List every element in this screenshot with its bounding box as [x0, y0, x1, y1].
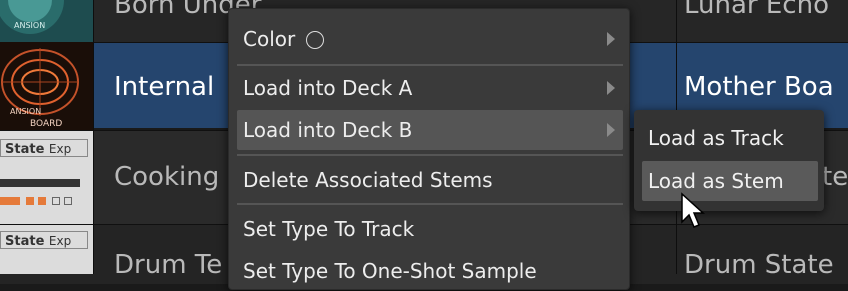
menu-item-label: Load into Deck A [243, 76, 413, 100]
chevron-right-icon [607, 32, 615, 46]
track-artist: Drum State [684, 250, 834, 280]
mouse-cursor-icon [681, 192, 705, 228]
column-divider [93, 0, 94, 274]
menu-item-set-type-track[interactable]: Set Type To Track [237, 209, 623, 249]
menu-separator [237, 154, 623, 156]
menu-item-color[interactable]: Color [237, 19, 623, 59]
menu-item-label: Set Type To Track [243, 217, 415, 241]
menu-item-label: Load as Track [648, 126, 784, 150]
menu-item-load-deck-a[interactable]: Load into Deck A [237, 68, 623, 108]
track-artist: Lunar Echo [684, 0, 829, 20]
menu-separator [237, 203, 623, 205]
svg-text:ANSION: ANSION [14, 21, 45, 30]
album-art-thumbnail: ANSION [0, 0, 93, 42]
menu-item-label: Delete Associated Stems [243, 168, 493, 192]
menu-item-label: Set Type To One-Shot Sample [243, 259, 537, 283]
preset-thumbnail: State Exp [0, 131, 93, 224]
chevron-right-icon [607, 81, 615, 95]
submenu-item-load-as-track[interactable]: Load as Track [642, 118, 818, 158]
menu-item-delete-stems[interactable]: Delete Associated Stems [237, 160, 623, 200]
track-artist: te [822, 162, 848, 192]
menu-item-load-deck-b[interactable]: Load into Deck B [237, 110, 623, 150]
menu-separator [237, 64, 623, 66]
svg-text:BOARD: BOARD [30, 119, 62, 129]
color-swatch-icon [305, 31, 324, 49]
track-title: Drum Te [114, 250, 223, 280]
chevron-right-icon [607, 123, 615, 137]
preset-thumbnail: State Exp [0, 225, 93, 274]
album-art-icon: ANSION [0, 0, 64, 34]
track-artist: Mother Boa [684, 72, 834, 102]
track-title: Cooking [114, 162, 220, 192]
menu-item-label: Load into Deck B [243, 118, 413, 142]
menu-item-set-type-oneshot[interactable]: Set Type To One-Shot Sample [237, 251, 623, 291]
menu-item-label: Load as Stem [648, 169, 784, 193]
context-menu: Color Load into Deck A Load into Deck B … [228, 8, 630, 290]
album-art-icon: ANSION BOARD [1, 48, 79, 129]
load-submenu: Load as Track Load as Stem [634, 110, 824, 211]
svg-text:ANSION: ANSION [10, 107, 41, 116]
track-title: Internal [114, 72, 215, 102]
album-art-thumbnail: ANSION BOARD [0, 42, 93, 130]
submenu-item-load-as-stem[interactable]: Load as Stem [642, 161, 818, 201]
menu-item-label: Color [243, 27, 296, 51]
